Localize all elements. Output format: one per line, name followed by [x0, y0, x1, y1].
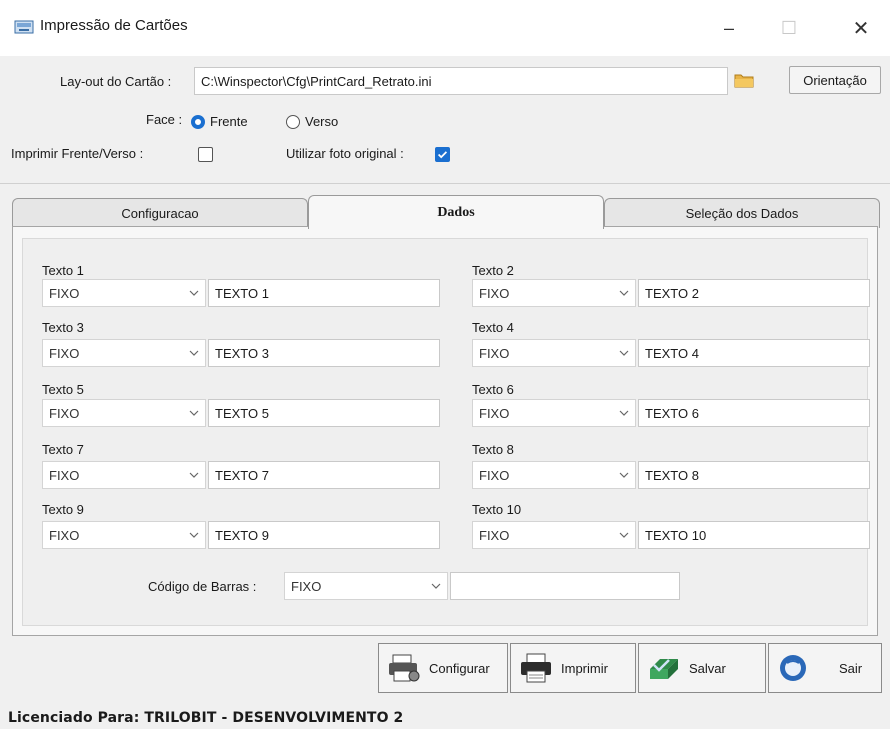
save-button[interactable]: Salvar	[638, 643, 766, 693]
printer-settings-icon	[389, 654, 420, 682]
window-title: Impressão de Cartões	[40, 17, 188, 34]
source-select-texto-4[interactable]: FIXO	[472, 339, 636, 367]
field-label-texto-3: Texto 3	[42, 320, 84, 335]
print-label: Imprimir	[561, 660, 608, 676]
chevron-down-icon	[619, 532, 629, 538]
title-bar: Impressão de Cartões – ☐ ✕	[0, 0, 890, 56]
license-status: Licenciado Para: TRILOBIT - DESENVOLVIME…	[8, 710, 404, 726]
field-label-texto-4: Texto 4	[472, 320, 514, 335]
source-value: FIXO	[49, 285, 80, 301]
source-select-texto-7[interactable]: FIXO	[42, 461, 206, 489]
value-input-texto-5[interactable]: TEXTO 5	[208, 399, 440, 427]
source-value: FIXO	[49, 467, 80, 483]
source-select-texto-2[interactable]: FIXO	[472, 279, 636, 307]
printer-app-icon	[14, 20, 34, 34]
chevron-down-icon	[619, 290, 629, 296]
folder-icon[interactable]	[734, 72, 754, 88]
face-back-label: Verso	[305, 114, 339, 129]
field-label-texto-9: Texto 9	[42, 502, 84, 517]
chevron-down-icon	[189, 532, 199, 538]
print-both-checkbox[interactable]	[198, 147, 213, 162]
configure-label: Configurar	[429, 660, 490, 676]
barcode-value-input[interactable]	[450, 572, 680, 600]
field-label-texto-8: Texto 8	[472, 442, 514, 457]
source-value: FIXO	[49, 405, 80, 421]
value-input-texto-7[interactable]: TEXTO 7	[208, 461, 440, 489]
chevron-down-icon	[189, 410, 199, 416]
field-label-texto-5: Texto 5	[42, 382, 84, 397]
chevron-down-icon	[619, 410, 629, 416]
source-value: FIXO	[49, 345, 80, 361]
face-label: Face :	[146, 112, 183, 127]
face-back-radio[interactable]	[286, 115, 300, 129]
source-select-texto-5[interactable]: FIXO	[42, 399, 206, 427]
source-value: FIXO	[479, 527, 510, 543]
source-value: FIXO	[479, 467, 510, 483]
original-photo-label: Utilizar foto original :	[286, 146, 404, 161]
tab-configuracao[interactable]: Configuracao	[12, 198, 308, 228]
value-input-texto-2[interactable]: TEXTO 2	[638, 279, 870, 307]
source-select-texto-1[interactable]: FIXO	[42, 279, 206, 307]
save-icon	[650, 659, 678, 679]
exit-label: Sair	[839, 660, 863, 676]
value-input-texto-6[interactable]: TEXTO 6	[638, 399, 870, 427]
exit-button[interactable]: Sair	[768, 643, 882, 693]
field-label-texto-10: Texto 10	[472, 502, 522, 517]
divider	[0, 183, 890, 184]
face-front-radio[interactable]	[191, 115, 205, 129]
value-input-texto-10[interactable]: TEXTO 10	[638, 521, 870, 549]
layout-path-input[interactable]: C:\Winspector\Cfg\PrintCard_Retrato.ini	[194, 67, 728, 95]
source-select-texto-8[interactable]: FIXO	[472, 461, 636, 489]
field-label-texto-1: Texto 1	[42, 263, 84, 278]
barcode-source-select[interactable]: FIXO	[284, 572, 448, 600]
printer-icon	[521, 653, 551, 683]
close-button[interactable]: ✕	[838, 10, 884, 46]
face-front-label: Frente	[210, 114, 248, 129]
source-select-texto-10[interactable]: FIXO	[472, 521, 636, 549]
source-value: FIXO	[291, 578, 322, 594]
print-both-label: Imprimir Frente/Verso :	[11, 146, 144, 161]
checkmark-icon	[437, 151, 448, 159]
field-label-texto-7: Texto 7	[42, 442, 84, 457]
value-input-texto-9[interactable]: TEXTO 9	[208, 521, 440, 549]
orientation-button[interactable]: Orientação	[789, 66, 881, 94]
save-label: Salvar	[689, 660, 726, 676]
chevron-down-icon	[431, 583, 441, 589]
configure-button[interactable]: Configurar	[378, 643, 508, 693]
chevron-down-icon	[189, 290, 199, 296]
tab-selecao-dados[interactable]: Seleção dos Dados	[604, 198, 880, 228]
tab-dados[interactable]: Dados	[308, 195, 604, 229]
original-photo-checkbox[interactable]	[435, 147, 450, 162]
minimize-button[interactable]: –	[706, 10, 752, 46]
source-value: FIXO	[479, 285, 510, 301]
layout-label: Lay-out do Cartão :	[60, 74, 172, 89]
source-value: FIXO	[49, 527, 80, 543]
source-select-texto-9[interactable]: FIXO	[42, 521, 206, 549]
field-label-texto-2: Texto 2	[472, 263, 514, 278]
value-input-texto-1[interactable]: TEXTO 1	[208, 279, 440, 307]
value-input-texto-4[interactable]: TEXTO 4	[638, 339, 870, 367]
value-input-texto-3[interactable]: TEXTO 3	[208, 339, 440, 367]
source-value: FIXO	[479, 405, 510, 421]
source-select-texto-6[interactable]: FIXO	[472, 399, 636, 427]
chevron-down-icon	[189, 472, 199, 478]
barcode-label: Código de Barras :	[148, 579, 257, 594]
field-label-texto-6: Texto 6	[472, 382, 514, 397]
source-value: FIXO	[479, 345, 510, 361]
chevron-down-icon	[189, 350, 199, 356]
source-select-texto-3[interactable]: FIXO	[42, 339, 206, 367]
chevron-down-icon	[619, 472, 629, 478]
value-input-texto-8[interactable]: TEXTO 8	[638, 461, 870, 489]
maximize-button[interactable]: ☐	[766, 10, 812, 46]
globe-exit-icon	[780, 655, 806, 681]
print-button[interactable]: Imprimir	[510, 643, 636, 693]
chevron-down-icon	[619, 350, 629, 356]
